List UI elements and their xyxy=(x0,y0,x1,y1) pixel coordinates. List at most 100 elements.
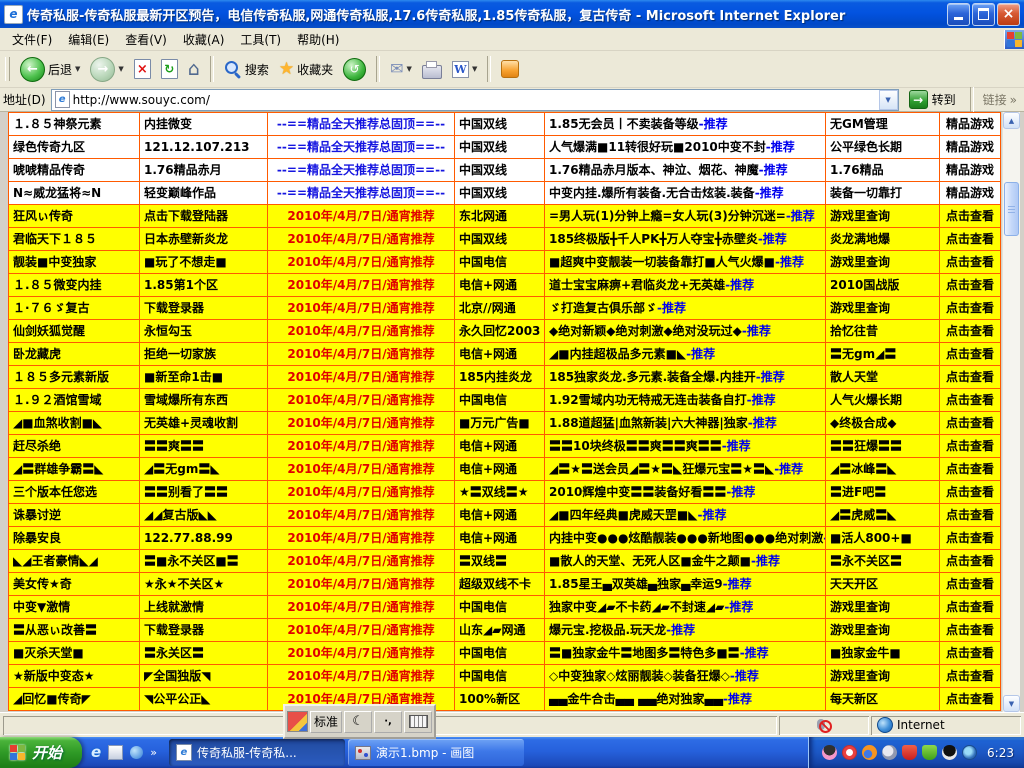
recommend-link[interactable]: -推荐 xyxy=(657,301,686,315)
quicklaunch-msn-icon[interactable] xyxy=(130,746,143,759)
edit-word-button[interactable]: W ▼ xyxy=(448,59,481,80)
cell-name[interactable]: ◣◢王者豪情◣◢ xyxy=(9,550,140,573)
cell-view[interactable]: 点击查看 xyxy=(940,412,1001,435)
cell-name[interactable]: １.８５神祭元素 xyxy=(9,113,140,136)
cell-name[interactable]: 三个版本任您选 xyxy=(9,481,140,504)
cell-view[interactable]: 点击查看 xyxy=(940,297,1001,320)
forward-dropdown-icon[interactable]: ▼ xyxy=(118,65,123,73)
cell-feature[interactable]: ◆绝对新颖◆绝对刺激◆绝对没玩过◆-推荐 xyxy=(545,320,826,343)
address-dropdown-button[interactable]: ▼ xyxy=(879,90,898,110)
quicklaunch-ie-icon[interactable]: e xyxy=(91,745,101,760)
recommend-link[interactable]: -推荐 xyxy=(722,439,751,453)
back-button[interactable]: ← 后退 ▼ xyxy=(16,55,84,84)
cell-view[interactable]: 点击查看 xyxy=(940,688,1001,711)
tray-security-green-icon[interactable] xyxy=(922,745,937,760)
menu-edit[interactable]: 编辑(E) xyxy=(60,28,117,51)
cell-name[interactable]: 卧龙藏虎 xyxy=(9,343,140,366)
cell-name[interactable]: N≈威龙猛将≈N xyxy=(9,182,140,205)
minimize-button[interactable] xyxy=(947,3,970,26)
tray-security-red-icon[interactable] xyxy=(902,745,917,760)
cell-name[interactable]: 除暴安良 xyxy=(9,527,140,550)
cell-view[interactable]: 点击查看 xyxy=(940,596,1001,619)
tray-firefox-icon[interactable] xyxy=(862,745,877,760)
cell-feature[interactable]: 爆元宝.挖极品.玩天龙-推荐 xyxy=(545,619,826,642)
tray-browser-icon[interactable] xyxy=(842,745,857,760)
tray-qq-icon[interactable] xyxy=(942,745,957,760)
address-input[interactable] xyxy=(73,92,879,108)
cell-view[interactable]: 点击查看 xyxy=(940,435,1001,458)
cell-feature[interactable]: 内挂中变●●●炫酷靓装●●●新地图●●●绝对刺激-推荐 xyxy=(545,527,826,550)
cell-view[interactable]: 精品游戏 xyxy=(940,136,1001,159)
messenger-button[interactable] xyxy=(497,58,523,80)
cell-view[interactable]: 点击查看 xyxy=(940,527,1001,550)
recommend-link[interactable]: -推荐 xyxy=(775,255,804,269)
cell-name[interactable]: １.９２酒馆雪域 xyxy=(9,389,140,412)
taskbar-task-paint[interactable]: 演示1.bmp - 画图 xyxy=(348,739,524,766)
taskbar-task-ie[interactable]: e 传奇私服-传奇私... xyxy=(169,739,345,766)
cell-name[interactable]: 美女传★奇 xyxy=(9,573,140,596)
cell-feature[interactable]: 独家中变◢▰不卡药◢▰不封速◢▰-推荐 xyxy=(545,596,826,619)
start-button[interactable]: 开始 xyxy=(0,737,82,768)
recommend-link[interactable]: -推荐 xyxy=(786,209,815,223)
history-button[interactable]: ↺ xyxy=(339,56,370,83)
cell-name[interactable]: 狂风ぃ传奇 xyxy=(9,205,140,228)
close-button[interactable]: × xyxy=(997,3,1020,26)
cell-view[interactable]: 精品游戏 xyxy=(940,159,1001,182)
cell-feature[interactable]: 1.85星王▄双英雄▄独家▄幸运9-推荐 xyxy=(545,573,826,596)
recommend-link[interactable]: -推荐 xyxy=(723,577,752,591)
ime-punctuation-button[interactable]: ·, xyxy=(374,711,402,733)
recommend-link[interactable]: -推荐 xyxy=(726,485,755,499)
cell-view[interactable]: 点击查看 xyxy=(940,619,1001,642)
cell-feature[interactable]: ゞ打造复古俱乐部ゞ-推荐 xyxy=(545,297,826,320)
cell-view[interactable]: 点击查看 xyxy=(940,573,1001,596)
forward-button[interactable]: → ▼ xyxy=(86,55,127,84)
toolbar-grip[interactable] xyxy=(5,57,10,81)
recommend-link[interactable]: -推荐 xyxy=(755,186,784,200)
cell-name[interactable]: 〓从恶ぃ改善〓 xyxy=(9,619,140,642)
menu-favorites[interactable]: 收藏(A) xyxy=(175,28,233,51)
links-label[interactable]: 链接 » xyxy=(983,91,1021,108)
cell-view[interactable]: 点击查看 xyxy=(940,343,1001,366)
cell-name[interactable]: 赶尽杀绝 xyxy=(9,435,140,458)
restore-button[interactable] xyxy=(972,3,995,26)
cell-view[interactable]: 点击查看 xyxy=(940,642,1001,665)
cell-name[interactable]: 中变▼激情 xyxy=(9,596,140,619)
mail-button[interactable]: ✉ ▼ xyxy=(386,59,416,79)
cell-feature[interactable]: 道士宝宝麻痹+君临炎龙+无英雄-推荐 xyxy=(545,274,826,297)
go-button[interactable]: → 转到 xyxy=(904,89,961,110)
scroll-up-button[interactable]: ▲ xyxy=(1003,112,1020,129)
cell-view[interactable]: 精品游戏 xyxy=(940,182,1001,205)
cell-feature[interactable]: ◢■四年经典■虎威天罡■◣-推荐 xyxy=(545,504,826,527)
word-dropdown-icon[interactable]: ▼ xyxy=(472,65,477,73)
cell-view[interactable]: 点击查看 xyxy=(940,389,1001,412)
recommend-link[interactable]: -推荐 xyxy=(686,347,715,361)
cell-view[interactable]: 点击查看 xyxy=(940,228,1001,251)
cell-name[interactable]: 仙剑妖狐觉醒 xyxy=(9,320,140,343)
vertical-scrollbar[interactable]: ▲ ▼ xyxy=(1002,112,1020,712)
search-button[interactable]: 搜索 xyxy=(220,58,273,80)
recommend-link[interactable]: -推荐 xyxy=(756,370,785,384)
cell-name[interactable]: １８５多元素新版 xyxy=(9,366,140,389)
cell-view[interactable]: 精品游戏 xyxy=(940,113,1001,136)
recommend-link[interactable]: -推荐 xyxy=(751,554,780,568)
cell-view[interactable]: 点击查看 xyxy=(940,274,1001,297)
menu-help[interactable]: 帮助(H) xyxy=(289,28,347,51)
cell-name[interactable]: １·７６ゞ复古 xyxy=(9,297,140,320)
recommend-link[interactable]: -推荐 xyxy=(742,324,771,338)
cell-feature[interactable]: 〓■独家金牛〓地图多〓特色多■〓-推荐 xyxy=(545,642,826,665)
cell-view[interactable]: 点击查看 xyxy=(940,481,1001,504)
menu-tools[interactable]: 工具(T) xyxy=(232,28,289,51)
quicklaunch-chevron-icon[interactable]: » xyxy=(150,746,157,759)
cell-name[interactable]: 诛暴讨逆 xyxy=(9,504,140,527)
tray-volume-icon[interactable] xyxy=(882,745,897,760)
ime-logo-icon[interactable] xyxy=(287,711,308,732)
recommend-link[interactable]: -推荐 xyxy=(723,692,752,706)
recommend-link[interactable]: -推荐 xyxy=(725,278,754,292)
cell-name[interactable]: 靓装■中变独家 xyxy=(9,251,140,274)
recommend-link[interactable]: -推荐 xyxy=(766,140,795,154)
scroll-down-button[interactable]: ▼ xyxy=(1003,695,1020,712)
back-dropdown-icon[interactable]: ▼ xyxy=(75,65,80,73)
cell-feature[interactable]: ◇中变独家◇炫丽靓装◇装备狂爆◇-推荐 xyxy=(545,665,826,688)
cell-view[interactable]: 点击查看 xyxy=(940,251,1001,274)
cell-view[interactable]: 点击查看 xyxy=(940,665,1001,688)
